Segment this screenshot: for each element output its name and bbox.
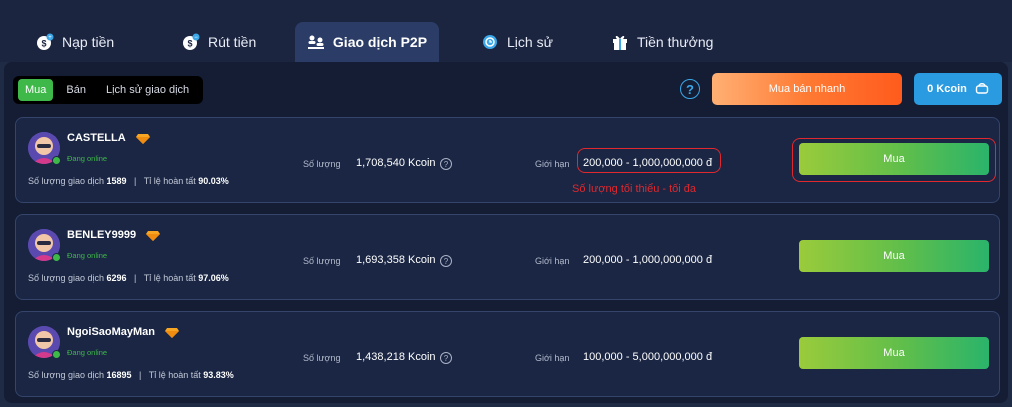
trade-stats: Số lượng giao dịch 1589 | Tỉ lệ hoàn tất… [28,176,229,186]
trade-stats: Số lượng giao dịch 16895 | Tỉ lệ hoàn tấ… [28,370,234,380]
tab-label: Tiền thưởng [637,34,714,50]
online-status-icon [52,156,61,165]
subtab-buy[interactable]: Mua [18,79,54,101]
balance-label: 0 Kcoin [927,83,967,95]
question-icon[interactable]: ? [440,255,452,267]
withdraw-icon: $ − [182,33,200,51]
annotation-text: Số lượng tối thiểu - tối đa [572,183,697,195]
tab-label: Giao dịch P2P [332,34,428,50]
svg-text:+: + [48,35,52,41]
completion-rate: 93.83% [203,370,234,380]
stats-divider: | [139,370,142,380]
limit-highlight-box [577,148,721,173]
buy-button[interactable]: Mua [799,337,989,369]
tab-label: Rút tiền [208,34,257,50]
quantity-value: 1,693,358 Kcoin [356,254,436,266]
online-status-icon [52,350,61,359]
completion-rate: 97.06% [198,273,229,283]
offer-card: BENLEY9999 Đang online Số lượng giao dịc… [15,214,1000,300]
subtab-trade-history[interactable]: Lịch sử giao dịch [99,79,196,101]
trades-count: 1589 [106,176,127,186]
limit-label: Giới hạn [535,256,570,266]
limit-value: 200,000 - 1,000,000,000 đ [583,254,713,266]
tab-label: Nạp tiền [62,34,115,50]
tab-bonus[interactable]: Tiền thưởng [611,22,721,62]
completion-label: Tỉ lệ hoàn tất [148,370,201,380]
tab-p2p[interactable]: Giao dịch P2P [295,22,439,62]
username: NgoiSaoMayMan [67,326,156,338]
username: CASTELLA [67,132,126,144]
tab-label: Lịch sử [507,34,553,50]
help-icon[interactable]: ? [680,79,700,99]
tab-withdraw[interactable]: $ − Rút tiền [182,22,272,62]
completion-rate: 90.03% [198,176,229,186]
limit-value: 100,000 - 5,000,000,000 đ [583,351,713,363]
limit-label: Giới hạn [535,353,570,363]
quantity-label: Số lượng [303,353,341,363]
vip-diamond-icon [136,132,150,144]
online-status: Đang online [67,251,108,260]
stats-divider: | [134,273,137,283]
tab-history[interactable]: Lịch sử [481,22,561,62]
svg-text:$: $ [187,39,192,49]
completion-label: Tỉ lệ hoàn tất [143,273,196,283]
quantity-label: Số lượng [303,256,341,266]
vip-diamond-icon [165,326,179,338]
question-icon[interactable]: ? [440,352,452,364]
trades-label: Số lượng giao dịch [28,176,104,186]
online-status-icon [52,253,61,262]
vip-diamond-icon [146,229,160,241]
p2p-users-icon [307,33,325,51]
buy-highlight-box [792,138,996,182]
offer-card: NgoiSaoMayMan Đang online Số lượng giao … [15,311,1000,397]
completion-label: Tỉ lệ hoàn tất [143,176,196,186]
buy-button[interactable]: Mua [799,240,989,272]
wallet-icon [975,82,989,97]
history-icon [481,33,499,51]
username: BENLEY9999 [67,229,137,241]
tab-deposit[interactable]: $ + Nạp tiền [36,22,126,62]
buy-sell-subtabs: Mua Bán Lịch sử giao dịch [13,76,203,104]
trades-count: 16895 [106,370,132,380]
limit-label: Giới hạn [535,159,570,169]
stats-divider: | [134,176,137,186]
deposit-icon: $ + [36,33,54,51]
top-tab-bar: $ + Nạp tiền $ − Rút tiền Giao dịch P2P Lị… [0,0,1012,62]
subtab-sell[interactable]: Bán [59,79,93,101]
online-status: Đang online [67,154,108,163]
quick-trade-button[interactable]: Mua bán nhanh [712,73,902,105]
trades-label: Số lượng giao dịch [28,370,104,380]
quantity-value: 1,708,540 Kcoin [356,157,436,169]
svg-text:−: − [194,35,198,41]
quantity-label: Số lượng [303,159,341,169]
gift-icon [611,33,629,51]
online-status: Đang online [67,348,108,357]
kcoin-balance-button[interactable]: 0 Kcoin [914,73,1002,105]
trade-stats: Số lượng giao dịch 6296 | Tỉ lệ hoàn tất… [28,273,229,283]
quantity-value: 1,438,218 Kcoin [356,351,436,363]
trades-label: Số lượng giao dịch [28,273,104,283]
question-icon[interactable]: ? [440,158,452,170]
trades-count: 6296 [106,273,127,283]
svg-text:$: $ [41,39,46,49]
